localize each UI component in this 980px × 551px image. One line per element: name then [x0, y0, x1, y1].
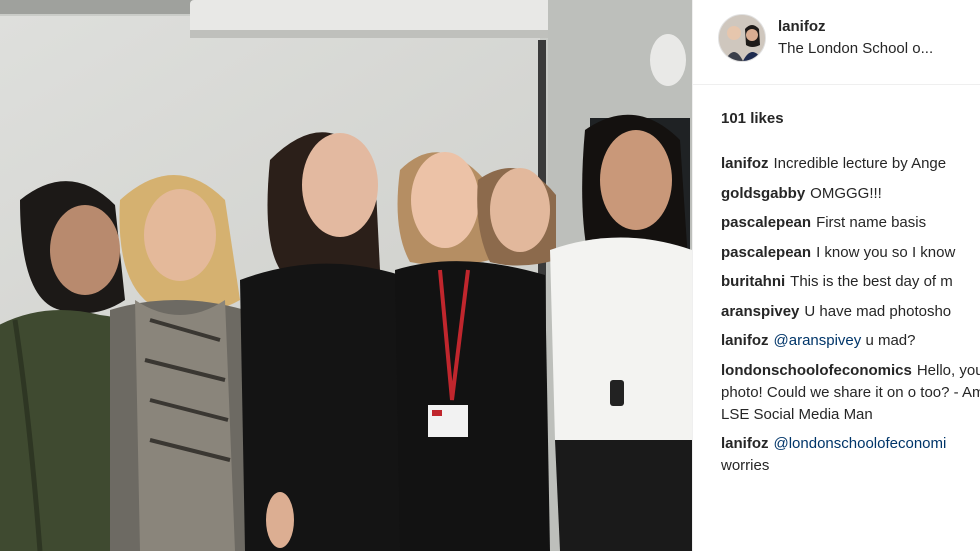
post-photo[interactable] [0, 0, 692, 551]
comments-list: lanifoz Incredible lecture by Ange goldsg… [721, 153, 980, 485]
comment-username[interactable]: aranspivey [721, 303, 799, 320]
comment-username[interactable]: pascalepean [721, 244, 811, 261]
comment-item: pascalepean I know you so I know [721, 242, 980, 264]
comment-text: OMGGG!!! [810, 184, 882, 202]
comment-text: This is the best day of m [790, 273, 953, 290]
comment-text: I know you so I know [816, 243, 956, 261]
comment-text: worries [721, 457, 770, 474]
comment-text: U have mad photosho [804, 302, 952, 320]
post-username[interactable]: lanifoz [778, 18, 826, 35]
post-sidebar: lanifoz The London School o... 101 likes… [692, 0, 980, 551]
comment-item: pascalepean First name basis [721, 212, 980, 234]
comment-item: aranspivey U have mad photosho [721, 301, 980, 323]
comment-username[interactable]: buritahni [721, 273, 785, 290]
instagram-post: lanifoz The London School o... 101 likes… [0, 0, 980, 551]
comment-item: lanifoz @aranspivey u mad? [721, 330, 980, 352]
comment-username[interactable]: goldsgabby [721, 185, 805, 202]
comment-username[interactable]: lanifoz [721, 155, 769, 172]
profile-photo-icon [719, 15, 765, 61]
post-location[interactable]: The London School o... [778, 40, 933, 57]
comment-item: buritahni This is the best day of m [721, 271, 980, 293]
profile-avatar[interactable] [718, 14, 766, 62]
comment-text: First name basis [816, 214, 927, 231]
comment-username[interactable]: pascalepean [721, 214, 811, 231]
comment-mention[interactable]: @londonschoolofeconomi [774, 435, 947, 452]
comment-username[interactable]: londonschoolofeconomics [721, 362, 912, 379]
comment-item: lanifoz Incredible lecture by Ange [721, 153, 980, 175]
comment-text: u mad? [861, 332, 916, 349]
likes-count[interactable]: 101 likes [721, 110, 784, 127]
comment-username[interactable]: lanifoz [721, 332, 769, 349]
comment-username[interactable]: lanifoz [721, 435, 769, 452]
post-header: lanifoz The London School o... [693, 0, 980, 85]
comment-item: goldsgabby OMGGG!!! [721, 183, 980, 205]
comment-text: Incredible lecture by Ange [773, 155, 947, 172]
comment-item: londonschoolofeconomicsHello, your photo… [721, 360, 980, 426]
group-photo-image [0, 0, 692, 551]
comment-item: lanifoz @londonschoolofeconomi worries [721, 433, 980, 477]
comment-mention[interactable]: @aranspivey [774, 332, 862, 349]
